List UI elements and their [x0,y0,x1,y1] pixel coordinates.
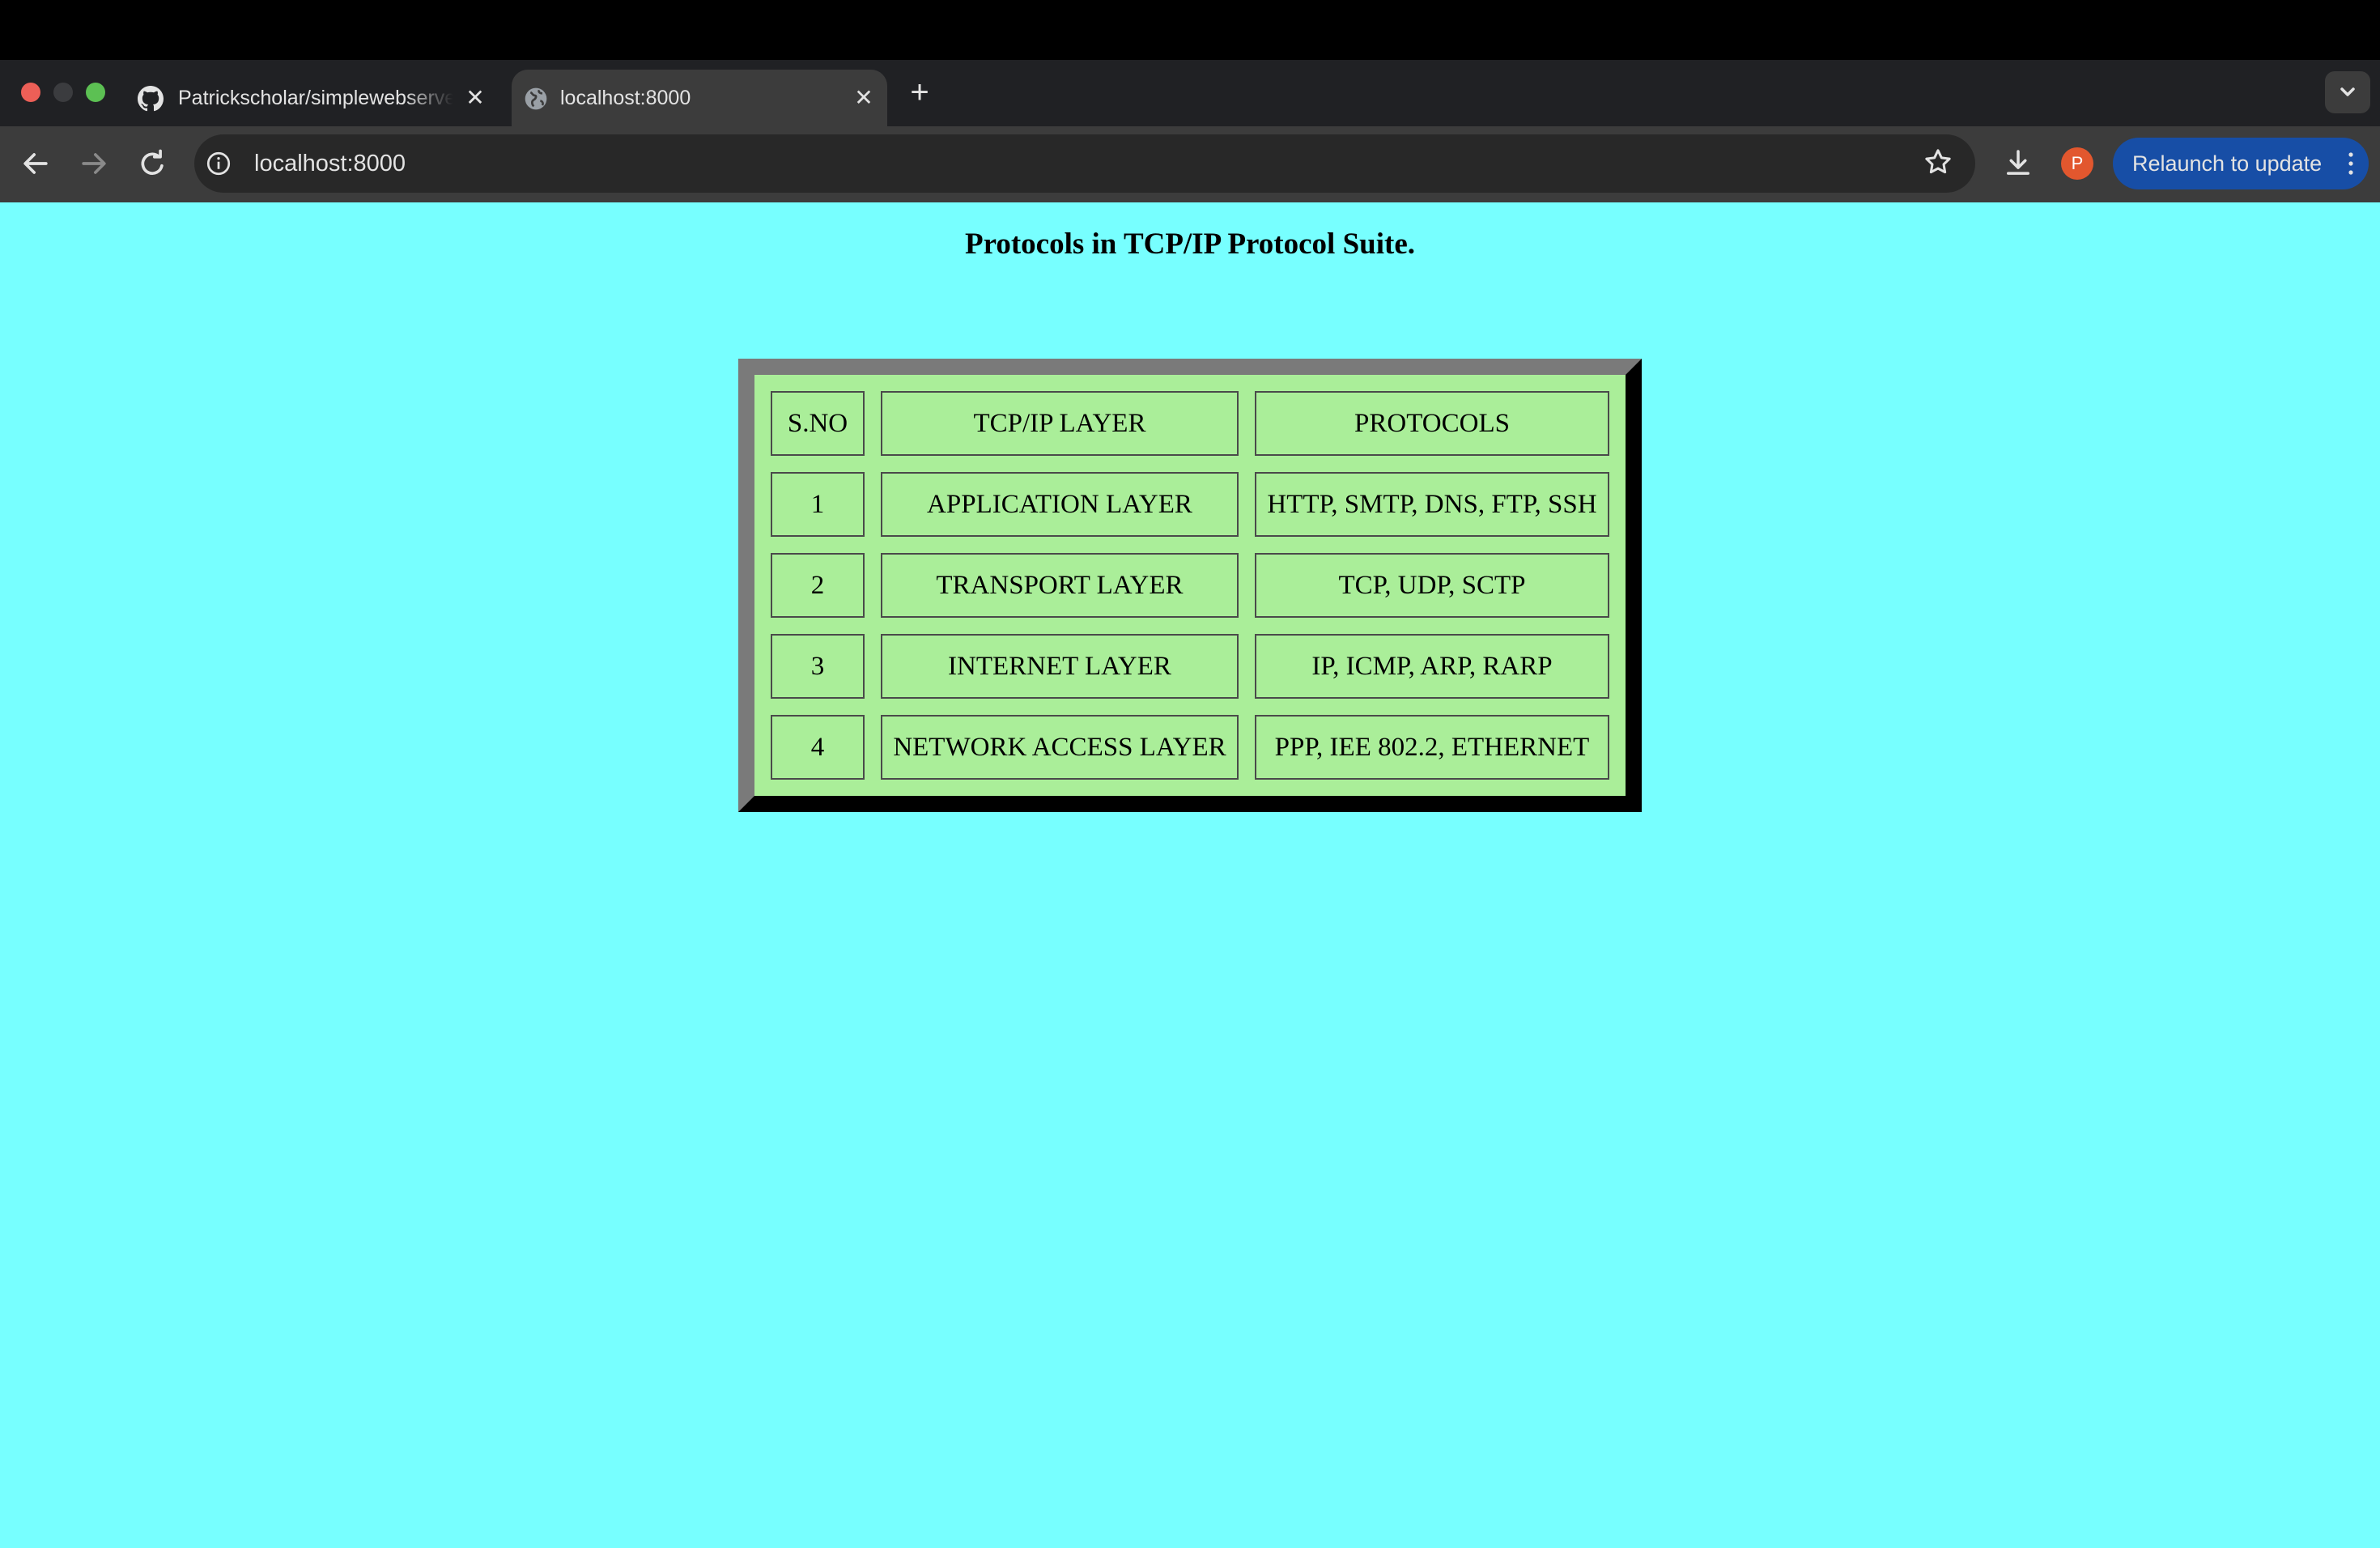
cell-protocols: IP, ICMP, ARP, RARP [1254,634,1609,699]
close-tab-icon[interactable]: ✕ [852,86,876,110]
more-menu-icon[interactable] [2344,151,2357,176]
page-viewport: Protocols in TCP/IP Protocol Suite. S.NO… [0,202,2380,1548]
table-row: 2 TRANSPORT LAYER TCP, UDP, SCTP [771,553,1609,618]
header-protocols: PROTOCOLS [1254,391,1609,456]
cell-layer: APPLICATION LAYER [880,472,1239,537]
new-tab-button[interactable]: + [903,74,936,110]
forward-arrow-icon[interactable] [76,146,112,181]
header-layer: TCP/IP LAYER [880,391,1239,456]
relaunch-label: Relaunch to update [2132,151,2323,176]
bookmark-star-icon[interactable] [1922,146,1954,178]
site-info-icon[interactable] [204,149,233,178]
cell-layer: NETWORK ACCESS LAYER [880,715,1239,780]
cell-protocols: PPP, IEE 802.2, ETHERNET [1254,715,1609,780]
cell-sno: 1 [771,472,865,537]
cell-sno: 3 [771,634,865,699]
cell-layer: INTERNET LAYER [880,634,1239,699]
tab-search-button[interactable] [2325,71,2370,113]
relaunch-button[interactable]: Relaunch to update [2113,138,2369,189]
window-maximize-button[interactable] [86,83,105,102]
window-close-button[interactable] [21,83,40,102]
cell-sno: 2 [771,553,865,618]
header-sno: S.NO [771,391,865,456]
cell-protocols: TCP, UDP, SCTP [1254,553,1609,618]
address-bar[interactable] [194,134,1975,193]
profile-avatar[interactable]: P [2061,147,2093,180]
chevron-down-icon [2340,87,2355,96]
back-arrow-icon[interactable] [18,146,53,181]
close-tab-icon[interactable]: ✕ [463,86,487,110]
cell-layer: TRANSPORT LAYER [880,553,1239,618]
table-row: 4 NETWORK ACCESS LAYER PPP, IEE 802.2, E… [771,715,1609,780]
tab-localhost[interactable]: localhost:8000 ✕ [512,70,887,126]
table-row: 1 APPLICATION LAYER HTTP, SMTP, DNS, FTP… [771,472,1609,537]
github-icon [138,86,164,112]
window-minimize-button[interactable] [53,83,73,102]
page-heading: Protocols in TCP/IP Protocol Suite. [964,228,1415,261]
protocol-table: S.NO TCP/IP LAYER PROTOCOLS 1 APPLICATIO… [738,359,1642,812]
table-header-row: S.NO TCP/IP LAYER PROTOCOLS [771,391,1609,456]
tab-github[interactable]: Patrickscholar/simplewebserver ✕ [130,70,499,126]
download-icon[interactable] [2001,146,2035,180]
cell-protocols: HTTP, SMTP, DNS, FTP, SSH [1254,472,1609,537]
tab-title: Patrickscholar/simplewebserver [178,87,453,109]
table-row: 3 INTERNET LAYER IP, ICMP, ARP, RARP [771,634,1609,699]
reload-icon[interactable] [134,146,170,181]
globe-icon [525,87,547,110]
url-text[interactable]: localhost:8000 [254,134,406,193]
tab-title: localhost:8000 [560,87,691,109]
cell-sno: 4 [771,715,865,780]
